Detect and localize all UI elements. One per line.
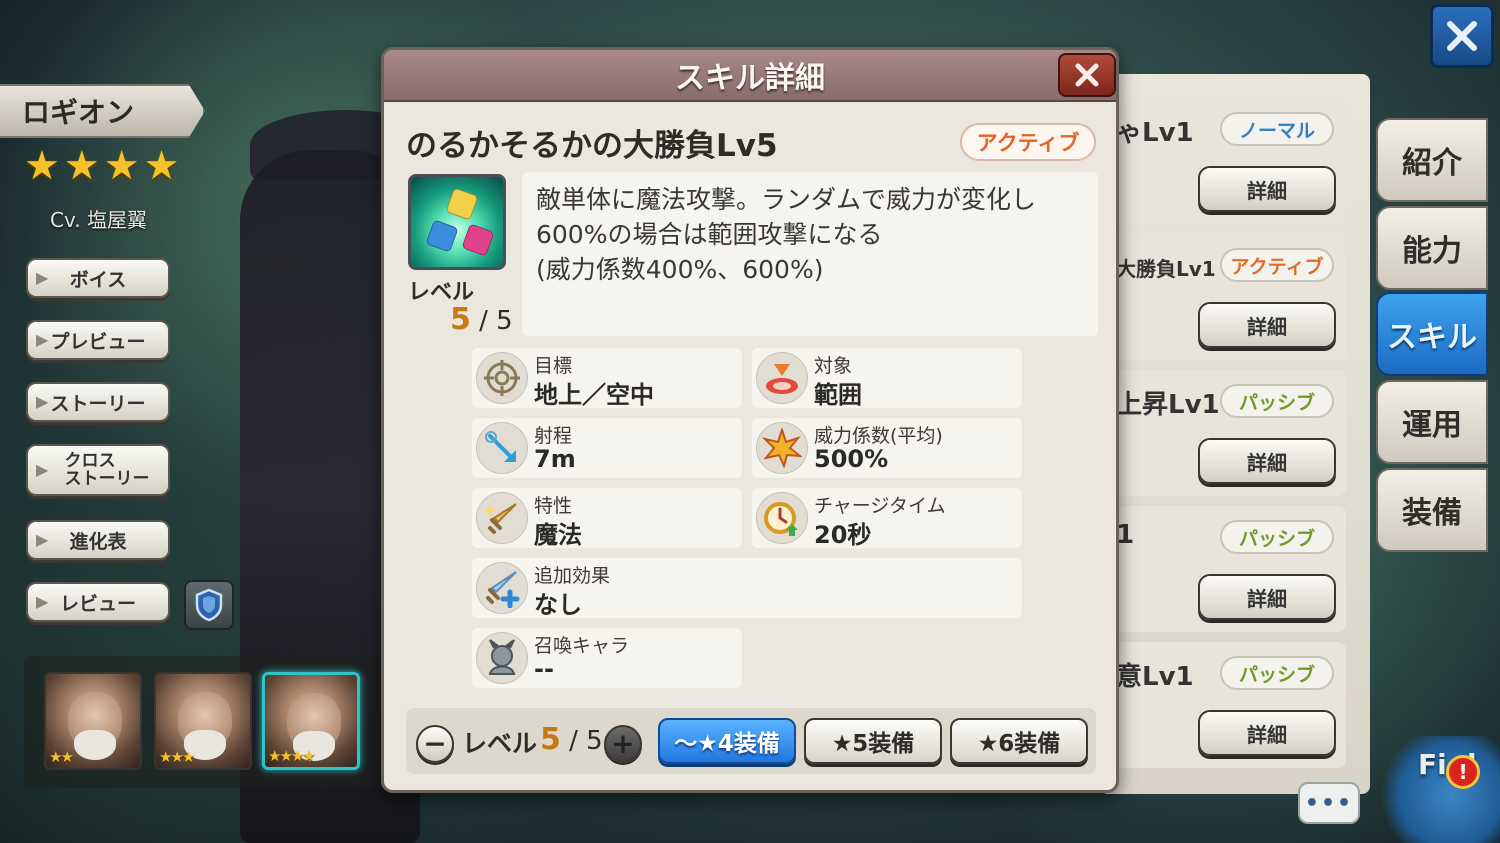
cross-story-button[interactable]: ▶ クロス ストーリー — [26, 444, 170, 496]
skill-detail-button[interactable]: 詳細 — [1198, 302, 1336, 348]
voice-actor: Cv. 塩屋翼 — [50, 208, 147, 232]
chat-button[interactable]: ••• — [1298, 782, 1360, 824]
modal-title: スキル詳細 — [675, 61, 825, 96]
range-arrow-icon — [476, 422, 528, 474]
tab-ability[interactable]: 能力 — [1376, 206, 1488, 290]
dice-pink — [461, 223, 495, 257]
character-name-plate: ロギオン — [0, 84, 205, 138]
evolution-portrait-1[interactable]: ★★ — [44, 672, 142, 770]
area-target-icon — [756, 352, 808, 404]
star-icon: ★ — [24, 143, 60, 189]
explosion-icon — [756, 422, 808, 474]
evolution-portrait-2[interactable]: ★★★ — [154, 672, 252, 770]
skill-name: のるかそるかの大勝負Lv5 — [406, 128, 778, 164]
tab-usage[interactable]: 運用 — [1376, 380, 1488, 464]
rarity-stars: ★ ★ ★ ★ — [24, 146, 179, 186]
skill-detail-button[interactable]: 詳細 — [1198, 166, 1336, 212]
skill-type-badge: パッシブ — [1220, 520, 1334, 554]
level-plus-button[interactable]: + — [604, 725, 642, 763]
portrait-stars: ★★ — [49, 748, 74, 766]
level-minus-button[interactable]: − — [416, 725, 454, 763]
review-button[interactable]: ▶ レビュー — [26, 582, 170, 622]
skill-list-name: 意Lv1 — [1116, 662, 1194, 692]
portrait-stars: ★★★ — [159, 748, 195, 766]
skill-type-badge: アクティブ — [960, 123, 1096, 161]
skill-list-name: 大勝負Lv1 — [1116, 257, 1216, 281]
clock-charge-icon — [756, 492, 808, 544]
stat-power: 威力係数(平均) 500% — [752, 418, 1022, 478]
summon-icon — [476, 632, 528, 684]
shield-icon — [195, 588, 223, 622]
tab-intro[interactable]: 紹介 — [1376, 118, 1488, 202]
level-selector-value: 5 / 5 — [540, 722, 603, 757]
stat-summon: 召喚キャラ -- — [472, 628, 742, 688]
crosshair-icon — [476, 352, 528, 404]
close-screen-button[interactable] — [1430, 4, 1494, 68]
modal-header: スキル詳細 — [384, 50, 1116, 102]
stat-range: 射程 7m — [472, 418, 742, 478]
dice-skill-icon — [408, 174, 506, 270]
skill-type-badge: ノーマル — [1220, 112, 1334, 146]
skill-detail-button[interactable]: 詳細 — [1198, 574, 1336, 620]
skill-type-badge: アクティブ — [1220, 248, 1334, 282]
stat-charge-time: チャージタイム 20秒 — [752, 488, 1022, 549]
stat-target: 目標 地上／空中 — [472, 348, 742, 409]
star-icon: ★ — [63, 143, 100, 189]
dice-yellow — [445, 187, 479, 221]
close-icon — [1447, 21, 1477, 51]
stat-attribute: 特性 魔法 — [472, 488, 742, 549]
skill-detail-button[interactable]: 詳細 — [1198, 438, 1336, 484]
alert-badge: ! — [1446, 755, 1480, 789]
evolution-chart-button[interactable]: ▶ 進化表 — [26, 520, 170, 560]
dice-blue — [425, 219, 459, 253]
chevron-right-icon: ▶ — [36, 592, 49, 611]
portrait-beard — [74, 730, 116, 760]
chevron-right-icon: ▶ — [36, 460, 49, 479]
voice-button[interactable]: ▶ ボイス — [26, 258, 170, 298]
skill-description: 敵単体に魔法攻撃。ランダムで威力が変化し 600%の場合は範囲攻撃になる (威力… — [522, 172, 1098, 336]
skill-detail-modal: スキル詳細 のるかそるかの大勝負Lv5 アクティブ レベル 5 / 5 敵単体に… — [381, 47, 1119, 793]
level-selector-label: レベル — [462, 729, 538, 758]
character-name: ロギオン — [22, 96, 135, 129]
skill-level-value: 5 / 5 — [450, 302, 513, 337]
story-button[interactable]: ▶ ストーリー — [26, 382, 170, 422]
modal-close-button[interactable] — [1058, 53, 1116, 97]
skill-detail-button[interactable]: 詳細 — [1198, 710, 1336, 756]
magic-sword-icon — [476, 492, 528, 544]
tab-equipment[interactable]: 装備 — [1376, 468, 1488, 552]
chevron-right-icon: ▶ — [36, 530, 49, 549]
skill-type-badge: パッシブ — [1220, 384, 1334, 418]
chevron-right-icon: ▶ — [36, 330, 49, 349]
evolution-portrait-3[interactable]: ★★★★ — [262, 672, 360, 770]
skill-type-badge: パッシブ — [1220, 656, 1334, 690]
chevron-right-icon: ▶ — [36, 268, 49, 287]
close-icon — [1075, 63, 1099, 87]
star-icon: ★ — [103, 143, 140, 189]
skill-list-name: ゃLv1 — [1116, 118, 1194, 148]
sword-plus-icon — [476, 562, 528, 614]
star-icon: ★ — [143, 143, 180, 189]
shield-button[interactable] — [184, 580, 234, 630]
skill-list-name: 上昇Lv1 — [1116, 390, 1220, 420]
portrait-stars: ★★★★ — [268, 747, 316, 765]
equip-star5-button[interactable]: ★5装備 — [804, 718, 942, 764]
preview-button[interactable]: ▶ プレビュー — [26, 320, 170, 360]
equip-star4-button[interactable]: 〜★4装備 — [658, 718, 796, 764]
chevron-right-icon: ▶ — [36, 392, 49, 411]
stat-area: 対象 範囲 — [752, 348, 1022, 409]
tab-skill[interactable]: スキル — [1376, 292, 1488, 376]
equip-star6-button[interactable]: ★6装備 — [950, 718, 1088, 764]
stat-extra-effect: 追加効果 なし — [472, 558, 1022, 619]
